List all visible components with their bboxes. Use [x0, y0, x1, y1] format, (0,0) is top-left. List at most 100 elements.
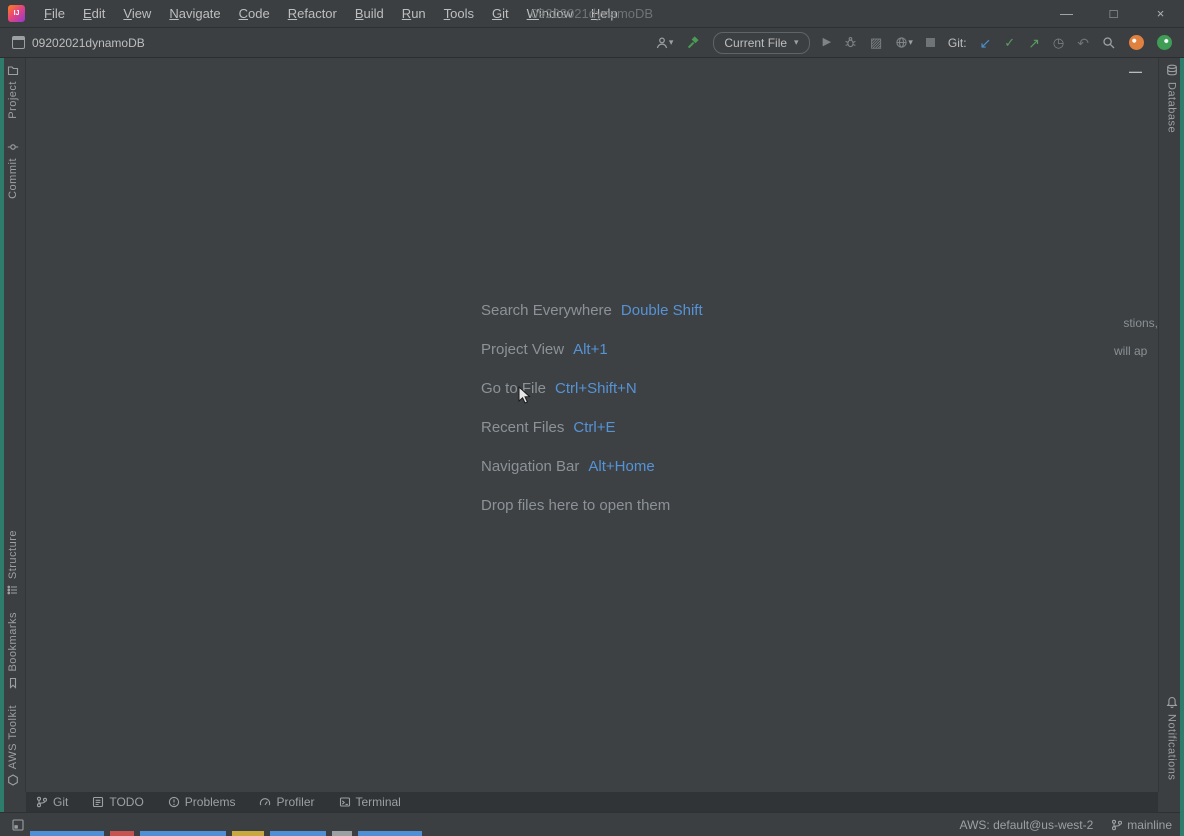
title-bar: IJ File Edit View Navigate Code Refactor… — [0, 0, 1184, 28]
run-icon: ▶ — [823, 37, 831, 48]
toolwindow-problems[interactable]: Problems — [168, 795, 236, 809]
toolwindow-label: Git — [53, 795, 68, 809]
menu-navigate[interactable]: Navigate — [160, 0, 229, 27]
maximize-icon: □ — [1110, 6, 1118, 21]
sidebar-item-database[interactable]: Database — [1166, 64, 1178, 133]
menu-file[interactable]: File — [35, 0, 74, 27]
menu-code[interactable]: Code — [230, 0, 279, 27]
minimize-icon: — — [1060, 6, 1073, 21]
stop-button[interactable] — [926, 38, 935, 47]
window-controls: — □ × — [1043, 0, 1184, 28]
git-branch-icon — [36, 796, 48, 808]
rollback-icon: ↶ — [1077, 36, 1089, 50]
menu-git[interactable]: Git — [483, 0, 518, 27]
shortcut-keys: Ctrl+Shift+N — [555, 380, 637, 397]
shortcut-label: Project View — [481, 341, 564, 358]
sidebar-item-label: Database — [1166, 82, 1178, 133]
git-section-label: Git: — [948, 36, 967, 50]
toolwindow-git[interactable]: Git — [36, 795, 68, 809]
intellij-logo-icon: IJ — [8, 5, 25, 22]
sidebar-item-commit[interactable]: Commit — [7, 141, 19, 199]
menu-run[interactable]: Run — [393, 0, 435, 27]
run-configuration-combo[interactable]: Current File ▾ — [713, 32, 809, 54]
git-branch-widget[interactable]: mainline — [1111, 818, 1172, 832]
menu-build[interactable]: Build — [346, 0, 393, 27]
sidebar-item-label: AWS Toolkit — [7, 705, 19, 769]
sidebar-item-structure[interactable]: Structure — [7, 530, 19, 596]
git-commit-button[interactable]: ✓ — [1004, 36, 1015, 49]
update-arrow-icon: ↙ — [980, 36, 992, 50]
menu-edit[interactable]: Edit — [74, 0, 114, 27]
shortcut-row: Search Everywhere Double Shift — [481, 291, 703, 330]
git-branch-icon — [1111, 819, 1123, 831]
statusbar-widgets: AWS: default@us-west-2 mainline — [960, 818, 1172, 832]
profiler-gauge-icon — [259, 796, 271, 808]
aws-connection-status[interactable]: AWS: default@us-west-2 — [960, 818, 1094, 832]
user-avatar-button[interactable]: ▾ — [655, 36, 674, 50]
sidebar-item-label: Commit — [7, 158, 19, 199]
clipped-fragment — [140, 831, 226, 836]
editor-area[interactable]: — Search Everywhere Double Shift Project… — [26, 58, 1158, 792]
bookmark-icon — [7, 677, 19, 689]
shortcut-label: Search Everywhere — [481, 302, 612, 319]
sidebar-item-project[interactable]: Project — [7, 64, 19, 119]
structure-icon — [7, 584, 19, 596]
rollback-button[interactable]: ↶ — [1077, 36, 1089, 50]
shortcut-label: Navigation Bar — [481, 458, 579, 475]
sidebar-item-label: Structure — [7, 530, 19, 579]
hammer-icon — [686, 36, 700, 50]
close-button[interactable]: × — [1137, 0, 1184, 28]
clipped-fragment — [232, 831, 264, 836]
sidebar-item-label: Project — [7, 81, 19, 119]
orange-badge-icon[interactable] — [1129, 35, 1144, 50]
toolwindow-label: Profiler — [276, 795, 314, 809]
run-configuration-value: Current File — [724, 36, 787, 50]
sidebar-item-bookmarks[interactable]: Bookmarks — [7, 612, 19, 689]
shortcut-keys: Alt+Home — [588, 458, 654, 475]
chevron-down-icon: ▾ — [669, 38, 674, 47]
search-everywhere-button[interactable] — [1102, 36, 1116, 50]
history-button[interactable]: ◷ — [1053, 36, 1064, 49]
debug-button[interactable] — [844, 36, 857, 49]
toolbar-actions: ▾ Current File ▾ ▶ ▨ ▾ Git: ↙ ✓ ↗ ◷ — [655, 32, 1172, 54]
bug-icon — [844, 36, 857, 49]
toolwindow-terminal[interactable]: Terminal — [339, 795, 401, 809]
window-title: 09202021dynamoDB — [531, 0, 653, 28]
search-icon — [1102, 36, 1116, 50]
menu-view[interactable]: View — [114, 0, 160, 27]
maximize-button[interactable]: □ — [1090, 0, 1137, 28]
shortcut-row: Drop files here to open them — [481, 486, 703, 525]
toolwindow-todo[interactable]: TODO — [92, 795, 143, 809]
clipped-fragment — [358, 831, 422, 836]
coverage-button[interactable]: ▨ — [870, 36, 882, 49]
menu-tools[interactable]: Tools — [435, 0, 483, 27]
toolwindow-toggle-icon — [12, 819, 24, 831]
toolwindow-label: Problems — [185, 795, 236, 809]
close-icon: × — [1157, 6, 1165, 21]
clipped-fragment — [110, 831, 134, 836]
hide-panel-button[interactable]: — — [1129, 64, 1142, 79]
run-button[interactable]: ▶ — [823, 37, 831, 48]
git-push-button[interactable]: ↗ — [1028, 36, 1040, 50]
toolwindow-toggle-button[interactable] — [12, 819, 24, 831]
database-icon — [1166, 64, 1178, 77]
globe-icon — [895, 36, 908, 49]
sidebar-item-notifications[interactable]: Notifications — [1166, 696, 1178, 780]
coverage-icon: ▨ — [870, 36, 882, 49]
build-project-button[interactable] — [686, 36, 700, 50]
git-update-button[interactable]: ↙ — [980, 36, 992, 50]
toolwindow-profiler[interactable]: Profiler — [259, 795, 314, 809]
project-widget[interactable]: 09202021dynamoDB — [12, 36, 145, 50]
main-toolbar: 09202021dynamoDB ▾ Current File ▾ ▶ ▨ ▾ — [0, 28, 1184, 58]
toolwindow-label: Terminal — [356, 795, 401, 809]
sidebar-item-aws-toolkit[interactable]: AWS Toolkit — [7, 705, 19, 786]
profiler-dropdown-button[interactable]: ▾ — [895, 36, 913, 49]
capture-edge-right — [1180, 58, 1184, 836]
minimize-button[interactable]: — — [1043, 0, 1090, 28]
bottom-bar-wrap: Git TODO Problems Profiler Terminal — [0, 792, 1184, 812]
menu-refactor[interactable]: Refactor — [279, 0, 346, 27]
todo-icon — [92, 796, 104, 808]
green-badge-icon[interactable] — [1157, 35, 1172, 50]
clipped-notification-text: stions, will ap — [1114, 309, 1158, 357]
shortcut-keys: Ctrl+E — [573, 419, 615, 436]
